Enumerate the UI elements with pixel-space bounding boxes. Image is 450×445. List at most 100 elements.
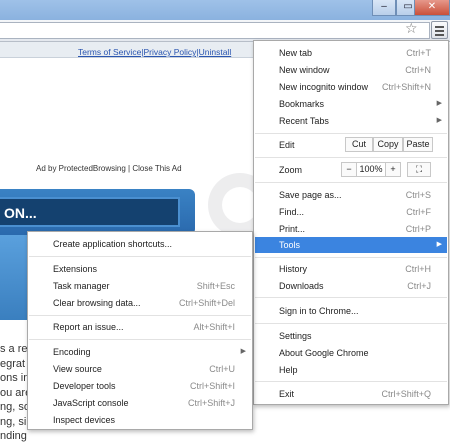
chrome-main-menu: New tab Ctrl+T New window Ctrl+N New inc… — [253, 40, 449, 405]
shortcut-label: Shift+Esc — [196, 281, 235, 291]
menu-item-sign-in[interactable]: Sign in to Chrome... — [255, 303, 447, 319]
menu-item-label: New tab — [279, 48, 313, 58]
side-blue-panel — [0, 235, 30, 320]
menu-item-inspect-devices[interactable]: Inspect devices — [29, 412, 251, 428]
menu-item-task-manager[interactable]: Task manager Shift+Esc — [29, 278, 251, 294]
menu-item-label: New window — [279, 65, 330, 75]
menu-item-exit[interactable]: Exit Ctrl+Shift+Q — [255, 386, 447, 402]
menu-item-tools[interactable]: Tools ▶ — [255, 237, 447, 253]
cut-button[interactable]: Cut — [345, 137, 373, 152]
shortcut-label: Ctrl+H — [405, 264, 431, 274]
title-bar: – ▭ ✕ — [0, 0, 450, 20]
menu-item-label: Report an issue... — [53, 322, 124, 332]
shortcut-label: Ctrl+Shift+Q — [381, 389, 431, 399]
menu-item-javascript-console[interactable]: JavaScript console Ctrl+Shift+J — [29, 395, 251, 411]
menu-item-label: Save page as... — [279, 190, 342, 200]
menu-separator — [255, 297, 447, 298]
menu-item-bookmarks[interactable]: Bookmarks ▶ — [255, 96, 447, 112]
menu-item-label: Settings — [279, 331, 312, 341]
menu-item-history[interactable]: History Ctrl+H — [255, 261, 447, 277]
menu-item-new-incognito[interactable]: New incognito window Ctrl+Shift+N — [255, 79, 447, 95]
menu-item-new-tab[interactable]: New tab Ctrl+T — [255, 45, 447, 61]
minimize-button[interactable]: – — [372, 0, 396, 16]
menu-item-settings[interactable]: Settings — [255, 328, 447, 344]
zoom-level: 100% — [357, 162, 385, 177]
menu-item-label: Sign in to Chrome... — [279, 306, 359, 316]
menu-item-label: Edit — [279, 140, 295, 150]
paste-button[interactable]: Paste — [403, 137, 433, 152]
menu-item-label: Inspect devices — [53, 415, 116, 425]
copy-button[interactable]: Copy — [373, 137, 403, 152]
star-icon[interactable]: ☆ — [405, 20, 418, 36]
menu-item-downloads[interactable]: Downloads Ctrl+J — [255, 278, 447, 294]
menu-separator — [29, 339, 251, 340]
shortcut-label: Ctrl+S — [405, 190, 431, 200]
menu-item-developer-tools[interactable]: Developer tools Ctrl+Shift+I — [29, 378, 251, 394]
menu-item-extensions[interactable]: Extensions — [29, 261, 251, 277]
menu-row-edit: Edit Cut Copy Paste — [255, 137, 447, 153]
fullscreen-icon[interactable]: ⛶ — [407, 162, 431, 177]
zoom-in-button[interactable]: + — [385, 162, 401, 177]
menu-item-encoding[interactable]: Encoding ▶ — [29, 344, 251, 360]
menu-item-label: Help — [279, 365, 298, 375]
menu-item-about[interactable]: About Google Chrome — [255, 345, 447, 361]
menu-item-label: Downloads — [279, 281, 324, 291]
shortcut-label: Ctrl+Shift+Del — [178, 298, 235, 308]
menu-item-label: History — [279, 264, 308, 274]
menu-item-label: View source — [53, 364, 102, 374]
shortcut-label: Ctrl+Shift+N — [381, 82, 431, 92]
tools-submenu: Create application shortcuts... Extensio… — [27, 231, 253, 430]
menu-item-label: Recent Tabs — [279, 116, 329, 126]
menu-item-view-source[interactable]: View source Ctrl+U — [29, 361, 251, 377]
menu-item-new-window[interactable]: New window Ctrl+N — [255, 62, 447, 78]
browser-toolbar: ☆ — [0, 20, 450, 42]
ad-attribution[interactable]: Ad by ProtectedBrowsing | Close This Ad — [36, 164, 182, 173]
address-bar[interactable] — [0, 22, 430, 39]
menu-item-help[interactable]: Help — [255, 362, 447, 378]
shortcut-label: Ctrl+Shift+J — [187, 398, 235, 408]
menu-item-report-issue[interactable]: Report an issue... Alt+Shift+I — [29, 319, 251, 335]
menu-item-clear-browsing-data[interactable]: Clear browsing data... Ctrl+Shift+Del — [29, 295, 251, 311]
menu-separator — [29, 256, 251, 257]
menu-separator — [255, 257, 447, 258]
menu-item-label: Exit — [279, 389, 295, 399]
menu-item-label: Extensions — [53, 264, 98, 274]
shortcut-label: Alt+Shift+I — [193, 322, 235, 332]
menu-item-label: Developer tools — [53, 381, 116, 391]
menu-item-label: Find... — [279, 207, 305, 217]
close-window-button[interactable]: ✕ — [414, 0, 450, 16]
shortcut-label: Ctrl+Shift+I — [189, 381, 235, 391]
menu-separator — [255, 157, 447, 158]
hamburger-menu-icon[interactable] — [431, 21, 448, 39]
menu-item-label: Print... — [279, 224, 306, 234]
policy-links[interactable]: Terms of Service|Privacy Policy|Uninstal… — [78, 47, 231, 57]
page-top-strip: Terms of Service|Privacy Policy|Uninstal… — [0, 42, 260, 58]
menu-item-label: Bookmarks — [279, 99, 325, 109]
menu-item-label: New incognito window — [279, 82, 369, 92]
shortcut-label: Ctrl+P — [405, 224, 431, 234]
menu-separator — [29, 315, 251, 316]
submenu-arrow-icon: ▶ — [436, 241, 442, 248]
menu-item-print[interactable]: Print... Ctrl+P — [255, 221, 447, 237]
menu-item-label: Tools — [279, 240, 301, 250]
menu-item-label: Clear browsing data... — [53, 298, 141, 308]
promo-banner: ON... — [0, 189, 195, 235]
submenu-arrow-icon: ▶ — [436, 100, 442, 107]
menu-item-save-page[interactable]: Save page as... Ctrl+S — [255, 187, 447, 203]
zoom-out-button[interactable]: − — [341, 162, 357, 177]
shortcut-label: Ctrl+F — [406, 207, 431, 217]
menu-item-create-shortcuts[interactable]: Create application shortcuts... — [29, 236, 251, 252]
submenu-arrow-icon: ▶ — [436, 117, 442, 124]
body-line: nding — [0, 430, 27, 442]
banner-inner: ON... — [0, 197, 180, 227]
submenu-arrow-icon: ▶ — [240, 348, 246, 355]
menu-item-find[interactable]: Find... Ctrl+F — [255, 204, 447, 220]
menu-item-label: Encoding — [53, 347, 91, 357]
menu-item-label: Task manager — [53, 281, 110, 291]
menu-item-label: Zoom — [279, 165, 303, 175]
banner-text: ON... — [4, 205, 37, 221]
menu-separator — [255, 323, 447, 324]
menu-item-recent-tabs[interactable]: Recent Tabs ▶ — [255, 113, 447, 129]
shortcut-label: Ctrl+J — [407, 281, 431, 291]
shortcut-label: Ctrl+U — [209, 364, 235, 374]
